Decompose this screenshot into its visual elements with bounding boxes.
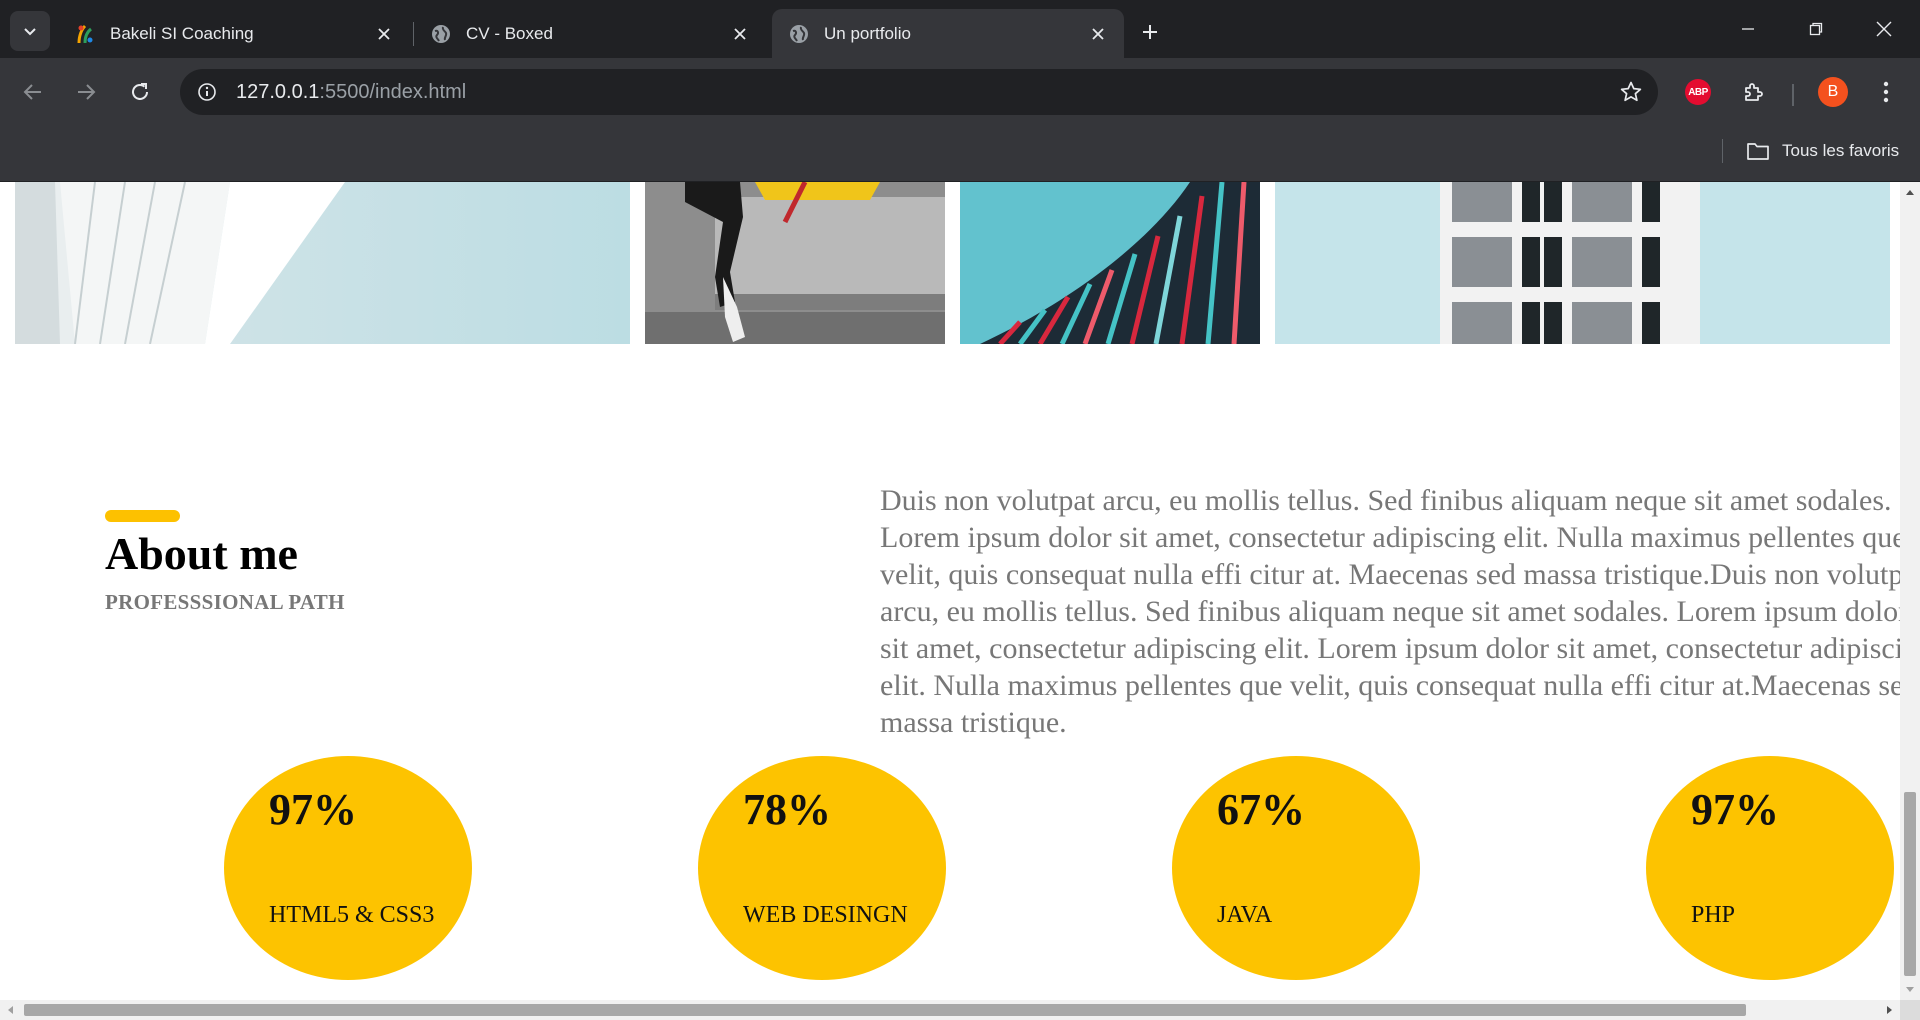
close-window-button[interactable]	[1856, 8, 1912, 50]
skill-circle-html-css: 97% HTML5 & CSS3	[224, 756, 472, 980]
reload-button[interactable]	[120, 72, 160, 112]
folder-icon	[1747, 143, 1769, 160]
about-subtitle: PROFESSSIONAL PATH	[105, 590, 345, 614]
back-button[interactable]	[13, 72, 53, 112]
arrow-left-icon	[23, 84, 41, 100]
profile-button[interactable]: B	[1813, 72, 1853, 112]
about-paragraph: Duis non volutpat arcu, eu mollis tellus…	[880, 484, 1900, 739]
url-path: :5500/index.html	[319, 81, 467, 103]
close-icon[interactable]	[370, 20, 398, 48]
tab-bakeli[interactable]: Bakeli SI Coaching	[58, 9, 410, 58]
scroll-left-arrow-icon[interactable]	[0, 1000, 20, 1020]
tab-cv-boxed[interactable]: CV - Boxed	[414, 9, 766, 58]
browser-toolbar: 127.0.0.1:5500/index.html ABP B	[0, 58, 1920, 125]
skill-circle-web-design: 78% WEB DESINGN	[698, 756, 946, 980]
browser-menu-button[interactable]	[1866, 72, 1906, 112]
arrow-right-icon	[78, 84, 96, 100]
skill-name: HTML5 & CSS3	[269, 902, 435, 928]
tab-title: Un portfolio	[824, 23, 911, 43]
vertical-scroll-thumb[interactable]	[1904, 792, 1916, 976]
restore-icon	[1809, 22, 1823, 36]
scroll-down-arrow-icon[interactable]	[1900, 980, 1920, 1000]
gallery-image-person-sitting[interactable]	[645, 182, 945, 344]
url-host: 127.0.0.1	[236, 81, 320, 103]
bookmark-star-icon[interactable]	[1616, 77, 1646, 107]
tab-un-portfolio[interactable]: Un portfolio	[772, 9, 1124, 58]
minimize-icon	[1742, 28, 1754, 30]
site-info-icon[interactable]	[192, 77, 222, 107]
gallery-image-white-building[interactable]	[15, 182, 630, 344]
scrollbar-corner	[1900, 1000, 1920, 1020]
globe-icon	[788, 23, 810, 45]
skill-circle-java: 67% JAVA	[1172, 756, 1420, 980]
about-title: About me	[105, 528, 298, 579]
skill-percent: 97%	[269, 785, 357, 834]
minimize-button[interactable]	[1720, 8, 1776, 50]
restore-button[interactable]	[1788, 8, 1844, 50]
close-icon[interactable]	[726, 20, 754, 48]
forward-button[interactable]	[66, 72, 106, 112]
new-tab-button[interactable]	[1132, 14, 1168, 50]
about-accent-bar	[105, 510, 180, 522]
globe-icon	[430, 23, 452, 45]
avatar: B	[1818, 77, 1848, 107]
reload-icon	[132, 83, 148, 100]
tab-title: Bakeli SI Coaching	[110, 23, 254, 43]
more-vertical-icon	[1883, 81, 1889, 103]
skill-percent: 97%	[1691, 785, 1779, 834]
bookmarks-bar: Tous les favoris	[0, 125, 1920, 182]
url-text: 127.0.0.1:5500/index.html	[236, 69, 466, 115]
abp-icon: ABP	[1685, 79, 1711, 105]
address-bar[interactable]: 127.0.0.1:5500/index.html	[180, 69, 1658, 115]
tab-title: CV - Boxed	[466, 23, 553, 43]
tab-strip: Bakeli SI Coaching CV - Boxed Un portfol…	[0, 0, 1920, 58]
extensions-button[interactable]	[1734, 72, 1774, 112]
skill-name: PHP	[1691, 902, 1736, 928]
close-icon[interactable]	[1084, 20, 1112, 48]
adblock-extension-button[interactable]: ABP	[1678, 72, 1718, 112]
skill-name: JAVA	[1217, 902, 1273, 928]
horizontal-scroll-thumb[interactable]	[24, 1004, 1746, 1016]
scroll-right-arrow-icon[interactable]	[1880, 1000, 1900, 1020]
plus-icon	[1143, 25, 1157, 39]
scroll-up-arrow-icon[interactable]	[1900, 182, 1920, 202]
chevron-down-icon	[24, 28, 36, 36]
skill-percent: 78%	[743, 785, 831, 834]
skill-percent: 67%	[1217, 785, 1305, 834]
bakeli-logo-icon	[74, 23, 96, 45]
bookmarks-folder-label: Tous les favoris	[1782, 141, 1900, 160]
vertical-scrollbar[interactable]	[1900, 182, 1920, 1000]
skill-circle-php: 97% PHP	[1646, 756, 1894, 980]
skill-name: WEB DESINGN	[743, 902, 908, 928]
gallery-image-colorful-facade[interactable]	[960, 182, 1260, 344]
tab-search-button[interactable]	[10, 11, 50, 51]
toolbar-divider	[1792, 84, 1794, 106]
close-icon	[1876, 21, 1892, 37]
page-viewport: About me PROFESSSIONAL PATH Duis non vol…	[0, 182, 1900, 1000]
all-bookmarks-folder[interactable]: Tous les favoris	[1746, 136, 1899, 166]
horizontal-scrollbar[interactable]	[0, 1000, 1920, 1020]
gallery-image-tower-windows[interactable]	[1275, 182, 1890, 344]
bookmarks-divider	[1722, 139, 1723, 163]
puzzle-icon	[1745, 83, 1763, 101]
